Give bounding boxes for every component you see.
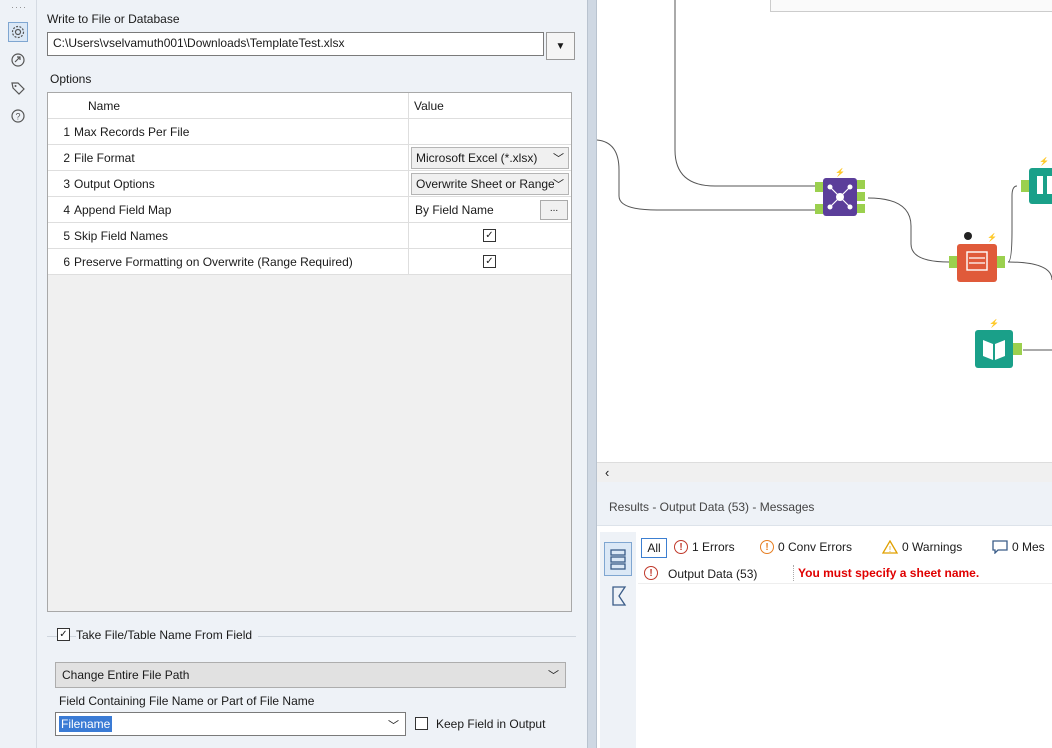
row-number: 4 [63, 203, 70, 217]
row-name: Output Options [74, 177, 155, 191]
filter-all-button[interactable]: All [641, 538, 667, 558]
preserve-formatting-checkbox[interactable]: ✓ [483, 255, 496, 268]
file-format-value: Microsoft Excel (*.xlsx) [416, 151, 538, 165]
row-number: 3 [63, 177, 70, 191]
connection-line [1007, 185, 1018, 263]
connection-line [674, 0, 815, 187]
file-path-mode-value: Change Entire File Path [62, 668, 190, 682]
keep-field-in-output-checkbox[interactable] [415, 717, 428, 730]
chevron-down-icon: ﹀ [548, 670, 559, 682]
filter-errors-button[interactable]: ! 1 Errors [674, 540, 735, 554]
connection-line [597, 139, 815, 211]
warning-icon: ! [882, 540, 898, 554]
filter-warnings-button[interactable]: ! 0 Warnings [882, 540, 962, 554]
max-records-value[interactable] [409, 119, 571, 145]
chevron-down-icon: ﹀ [388, 720, 399, 732]
panel-splitter[interactable] [587, 0, 597, 748]
canvas-horizontal-scrollbar[interactable]: ‹ [597, 462, 1052, 482]
results-title: Results - Output Data (53) - Messages [609, 500, 815, 514]
keep-field-in-output-label: Keep Field in Output [436, 717, 546, 731]
options-grid: Name Value 1 Max Records Per File Micros… [47, 92, 572, 612]
results-side-toolbar [600, 532, 636, 748]
filename-field-value: Filename [59, 716, 113, 732]
warnings-count: 0 Warnings [902, 540, 963, 554]
output-data-tool[interactable]: ⚡ [949, 232, 1005, 282]
take-name-from-field-checkbox[interactable]: ✓ [57, 628, 70, 641]
messages-view-icon[interactable] [604, 542, 632, 576]
tag-icon[interactable] [8, 78, 28, 98]
filter-messages-button[interactable]: 0 Mes [992, 540, 1045, 554]
output-path-input[interactable]: C:\Users\vselvamuth001\Downloads\Templat… [47, 32, 544, 56]
caret-down-icon: ▼ [555, 40, 566, 52]
grid-header-name: Name [88, 99, 121, 113]
row-name: Append Field Map [74, 203, 172, 217]
message-icon [992, 540, 1008, 554]
config-icon-rail: ···· ? [0, 0, 37, 748]
file-format-select[interactable]: Microsoft Excel (*.xlsx) ﹀ [411, 147, 569, 169]
workflow-canvas[interactable]: ⚡ ⚡ ⚡ ⚡ [597, 0, 1052, 462]
options-label: Options [50, 72, 92, 86]
row-name: Skip Field Names [74, 229, 169, 243]
workflow-connections: ⚡ ⚡ ⚡ ⚡ [597, 0, 1052, 368]
conv-errors-count: 0 Conv Errors [778, 540, 853, 554]
connection-line [867, 197, 950, 263]
join-tool[interactable]: ⚡ [815, 167, 865, 216]
file-path-mode-select[interactable]: Change Entire File Path ﹀ [55, 662, 566, 688]
grid-row-append-field-map[interactable]: By Field Name ... 4 Append Field Map [48, 197, 571, 223]
error-icon: ! [644, 566, 658, 580]
binoculars-tool[interactable]: ⚡ [1021, 156, 1052, 204]
row-number: 2 [63, 151, 70, 165]
row-number: 5 [63, 229, 70, 243]
message-source: Output Data (53) [668, 567, 758, 581]
chevron-down-icon: ﹀ [553, 153, 564, 165]
field-map-ellipsis-button[interactable]: ... [540, 200, 568, 220]
gear-icon[interactable] [8, 22, 28, 42]
message-text: You must specify a sheet name. [798, 566, 980, 580]
chevron-down-icon: ﹀ [553, 179, 564, 191]
append-field-map-value: By Field Name [415, 203, 494, 217]
grid-row-file-format[interactable]: Microsoft Excel (*.xlsx) ﹀ 2 File Format [48, 145, 571, 171]
input-data-tool[interactable]: ⚡ [975, 318, 1022, 368]
filter-conv-errors-button[interactable]: ! 0 Conv Errors [760, 540, 852, 554]
error-icon: ! [674, 540, 688, 554]
row-name: Max Records Per File [74, 125, 190, 139]
grid-row-max-records[interactable]: 1 Max Records Per File [48, 119, 571, 145]
take-name-from-field-label: Take File/Table Name From Field [76, 628, 259, 642]
write-to-label: Write to File or Database [47, 12, 180, 26]
svg-text:⚡: ⚡ [987, 232, 997, 242]
row-number: 1 [63, 125, 70, 139]
svg-text:?: ? [15, 112, 20, 122]
grid-row-output-options[interactable]: Overwrite Sheet or Range ﹀ 3 Output Opti… [48, 171, 571, 197]
output-options-value: Overwrite Sheet or Range [416, 177, 554, 191]
errors-count: 1 Errors [692, 540, 735, 554]
sum-view-icon[interactable] [608, 584, 630, 608]
svg-text:⚡: ⚡ [1039, 156, 1049, 166]
column-separator [793, 565, 794, 581]
conversion-error-icon: ! [760, 540, 774, 554]
row-number: 6 [63, 255, 70, 269]
scroll-left-icon[interactable]: ‹ [605, 465, 609, 480]
row-name: Preserve Formatting on Overwrite (Range … [74, 255, 353, 269]
canvas-top-overlay [770, 0, 1052, 12]
connection-progress-icon[interactable] [8, 50, 28, 70]
grid-row-skip-field-names[interactable]: ✓ 5 Skip Field Names [48, 223, 571, 249]
skip-field-names-checkbox[interactable]: ✓ [483, 229, 496, 242]
filename-field-select[interactable]: Filename ﹀ [55, 712, 406, 736]
messages-count: 0 Mes [1012, 540, 1045, 554]
grid-row-preserve-formatting[interactable]: ✓ 6 Preserve Formatting on Overwrite (Ra… [48, 249, 571, 275]
grid-header-value: Value [414, 99, 444, 113]
path-dropdown-button[interactable]: ▼ [546, 32, 575, 60]
row-name: File Format [74, 151, 135, 165]
svg-text:!: ! [889, 545, 891, 554]
output-options-select[interactable]: Overwrite Sheet or Range ﹀ [411, 173, 569, 195]
rail-grip[interactable]: ···· [11, 2, 27, 12]
field-containing-label: Field Containing File Name or Part of Fi… [59, 694, 315, 708]
grid-header-row: Name Value [48, 93, 571, 119]
message-row[interactable]: ! Output Data (53) You must specify a sh… [638, 562, 1052, 584]
svg-text:⚡: ⚡ [835, 167, 845, 177]
svg-text:⚡: ⚡ [989, 318, 999, 328]
help-icon[interactable]: ? [8, 106, 28, 126]
connection-line [1007, 261, 1052, 281]
